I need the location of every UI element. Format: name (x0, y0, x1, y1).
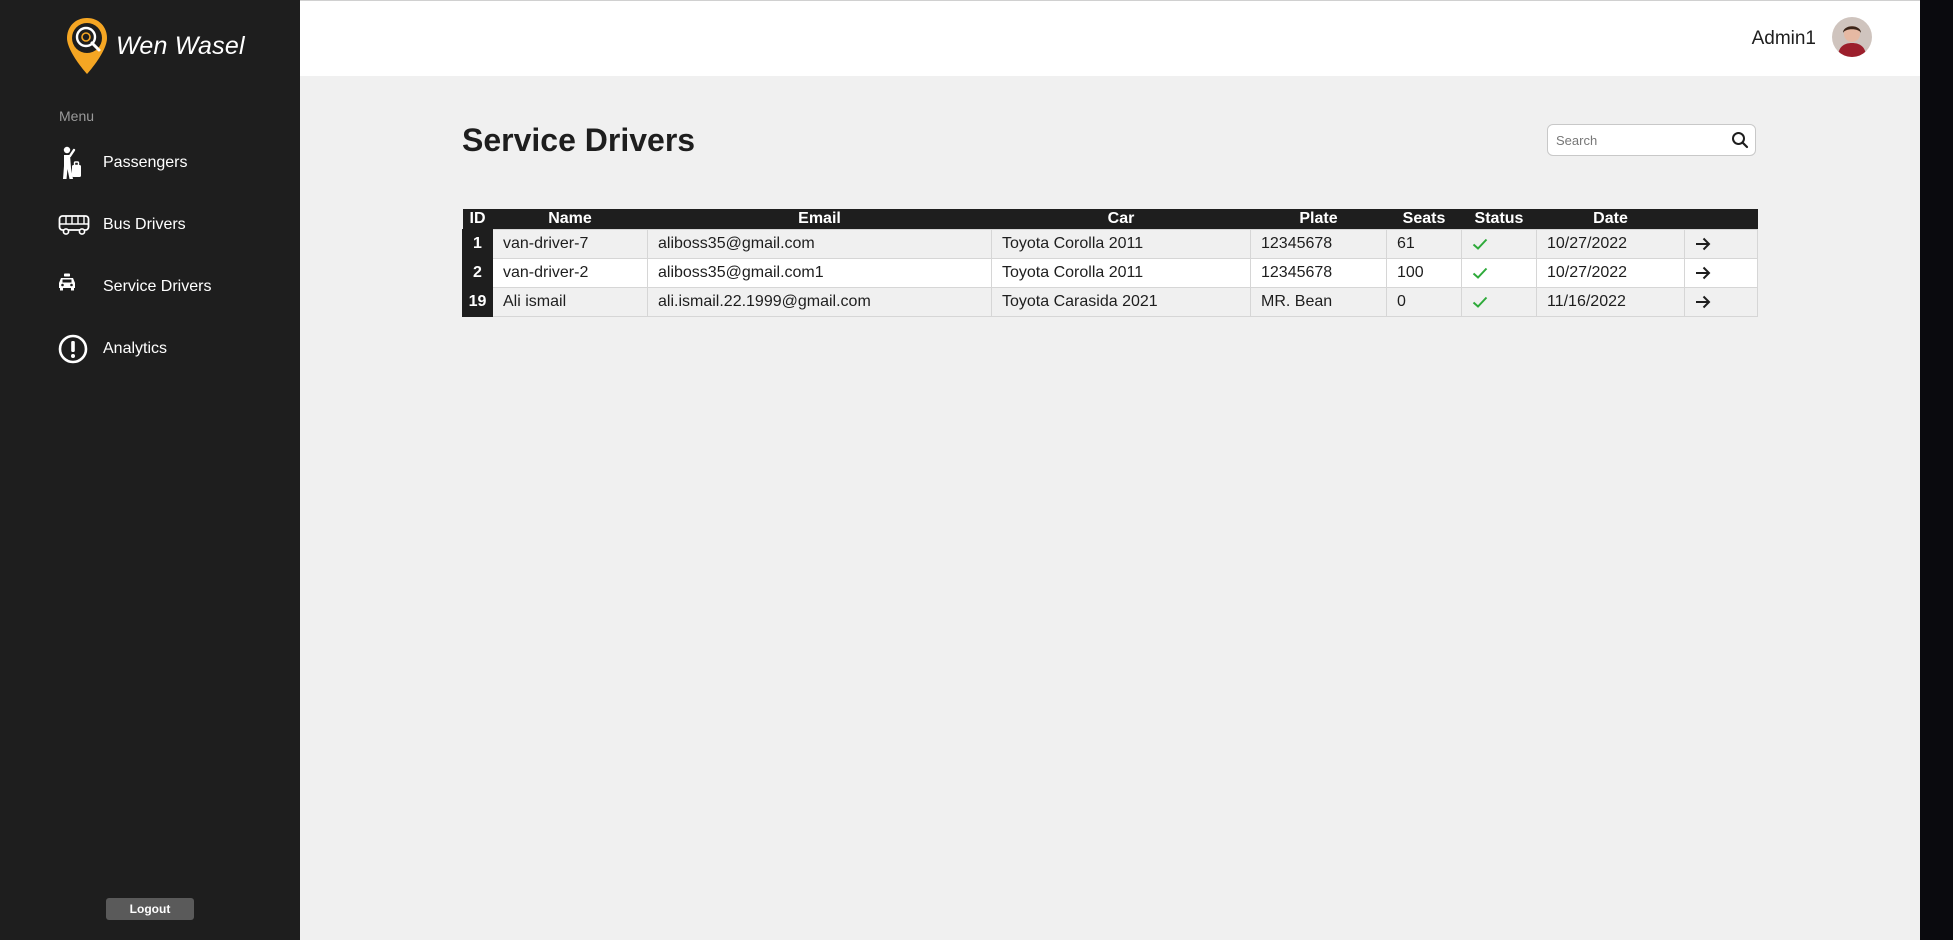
column-header-plate[interactable]: Plate (1250, 209, 1387, 230)
cell-email: aliboss35@gmail.com (647, 229, 992, 259)
cell-car: Toyota Corolla 2011 (991, 229, 1251, 259)
cell-name: van-driver-2 (492, 258, 648, 288)
cell-email: aliboss35@gmail.com1 (647, 258, 992, 288)
sidebar-item-analytics[interactable]: Analytics (58, 331, 288, 367)
sidebar-nav: Passengers Bus Drivers Service Drivers A… (58, 145, 288, 393)
taxi-icon (58, 269, 98, 305)
top-header: Admin1 (300, 0, 1920, 76)
cell-name: van-driver-7 (492, 229, 648, 259)
search-icon[interactable] (1731, 131, 1749, 149)
bus-icon (58, 207, 98, 243)
desktop-background-strip (1920, 0, 1953, 940)
check-icon (1472, 296, 1488, 308)
sidebar-item-label: Passengers (103, 154, 188, 171)
sidebar-item-label: Bus Drivers (103, 216, 186, 233)
arrow-right-icon[interactable] (1695, 237, 1711, 251)
column-header-date[interactable]: Date (1536, 209, 1685, 230)
cell-date: 10/27/2022 (1536, 258, 1685, 288)
cell-plate: 12345678 (1250, 229, 1387, 259)
cell-id: 19 (462, 287, 493, 317)
search-box (1547, 124, 1756, 156)
sidebar: Wen Wasel Menu Passengers Bus Drivers Se… (0, 0, 300, 940)
cell-plate: MR. Bean (1250, 287, 1387, 317)
sidebar-item-service-drivers[interactable]: Service Drivers (58, 269, 288, 305)
drivers-table: ID Name Email Car Plate Seats Status Dat… (462, 209, 1758, 317)
cell-seats: 61 (1386, 229, 1462, 259)
cell-action (1684, 287, 1758, 317)
cell-car: Toyota Carasida 2021 (991, 287, 1251, 317)
cell-id: 1 (462, 229, 493, 259)
brand-logo[interactable]: Wen Wasel (64, 16, 245, 76)
cell-status (1461, 229, 1537, 259)
main-content: Service Drivers ID (300, 76, 1920, 940)
logo-pin-icon (67, 18, 107, 74)
cell-email: ali.ismail.22.1999@gmail.com (647, 287, 992, 317)
check-icon (1472, 267, 1488, 279)
arrow-right-icon[interactable] (1695, 266, 1711, 280)
column-header-id[interactable]: ID (462, 209, 493, 230)
cell-car: Toyota Corolla 2011 (991, 258, 1251, 288)
sidebar-item-passengers[interactable]: Passengers (58, 145, 288, 181)
cell-seats: 0 (1386, 287, 1462, 317)
sidebar-item-label: Analytics (103, 340, 168, 357)
passenger-icon (58, 145, 98, 181)
column-header-seats[interactable]: Seats (1386, 209, 1462, 230)
column-header-action (1684, 209, 1758, 230)
cell-action (1684, 258, 1758, 288)
cell-seats: 100 (1386, 258, 1462, 288)
cell-name: Ali ismail (492, 287, 648, 317)
table-row[interactable]: 2 van-driver-2 aliboss35@gmail.com1 Toyo… (462, 258, 1758, 288)
sidebar-item-label: Service Drivers (103, 278, 212, 295)
page-title: Service Drivers (462, 122, 696, 158)
table-header-row: ID Name Email Car Plate Seats Status Dat… (462, 209, 1758, 230)
alert-circle-icon (58, 331, 98, 367)
avatar[interactable] (1832, 17, 1872, 57)
cell-action (1684, 229, 1758, 259)
cell-plate: 12345678 (1250, 258, 1387, 288)
table-row[interactable]: 19 Ali ismail ali.ismail.22.1999@gmail.c… (462, 287, 1758, 317)
cell-date: 10/27/2022 (1536, 229, 1685, 259)
column-header-name[interactable]: Name (492, 209, 648, 230)
menu-label: Menu (59, 108, 95, 124)
column-header-email[interactable]: Email (647, 209, 992, 230)
arrow-right-icon[interactable] (1695, 295, 1711, 309)
sidebar-item-bus-drivers[interactable]: Bus Drivers (58, 207, 288, 243)
table-row[interactable]: 1 van-driver-7 aliboss35@gmail.com Toyot… (462, 229, 1758, 259)
column-header-car[interactable]: Car (991, 209, 1251, 230)
cell-status (1461, 258, 1537, 288)
cell-id: 2 (462, 258, 493, 288)
column-header-status[interactable]: Status (1461, 209, 1537, 230)
check-icon (1472, 238, 1488, 250)
search-input[interactable] (1548, 126, 1728, 154)
logout-button[interactable]: Logout (106, 898, 194, 920)
brand-name: Wen Wasel (116, 31, 245, 60)
cell-status (1461, 287, 1537, 317)
admin-name[interactable]: Admin1 (1752, 28, 1816, 50)
cell-date: 11/16/2022 (1536, 287, 1685, 317)
